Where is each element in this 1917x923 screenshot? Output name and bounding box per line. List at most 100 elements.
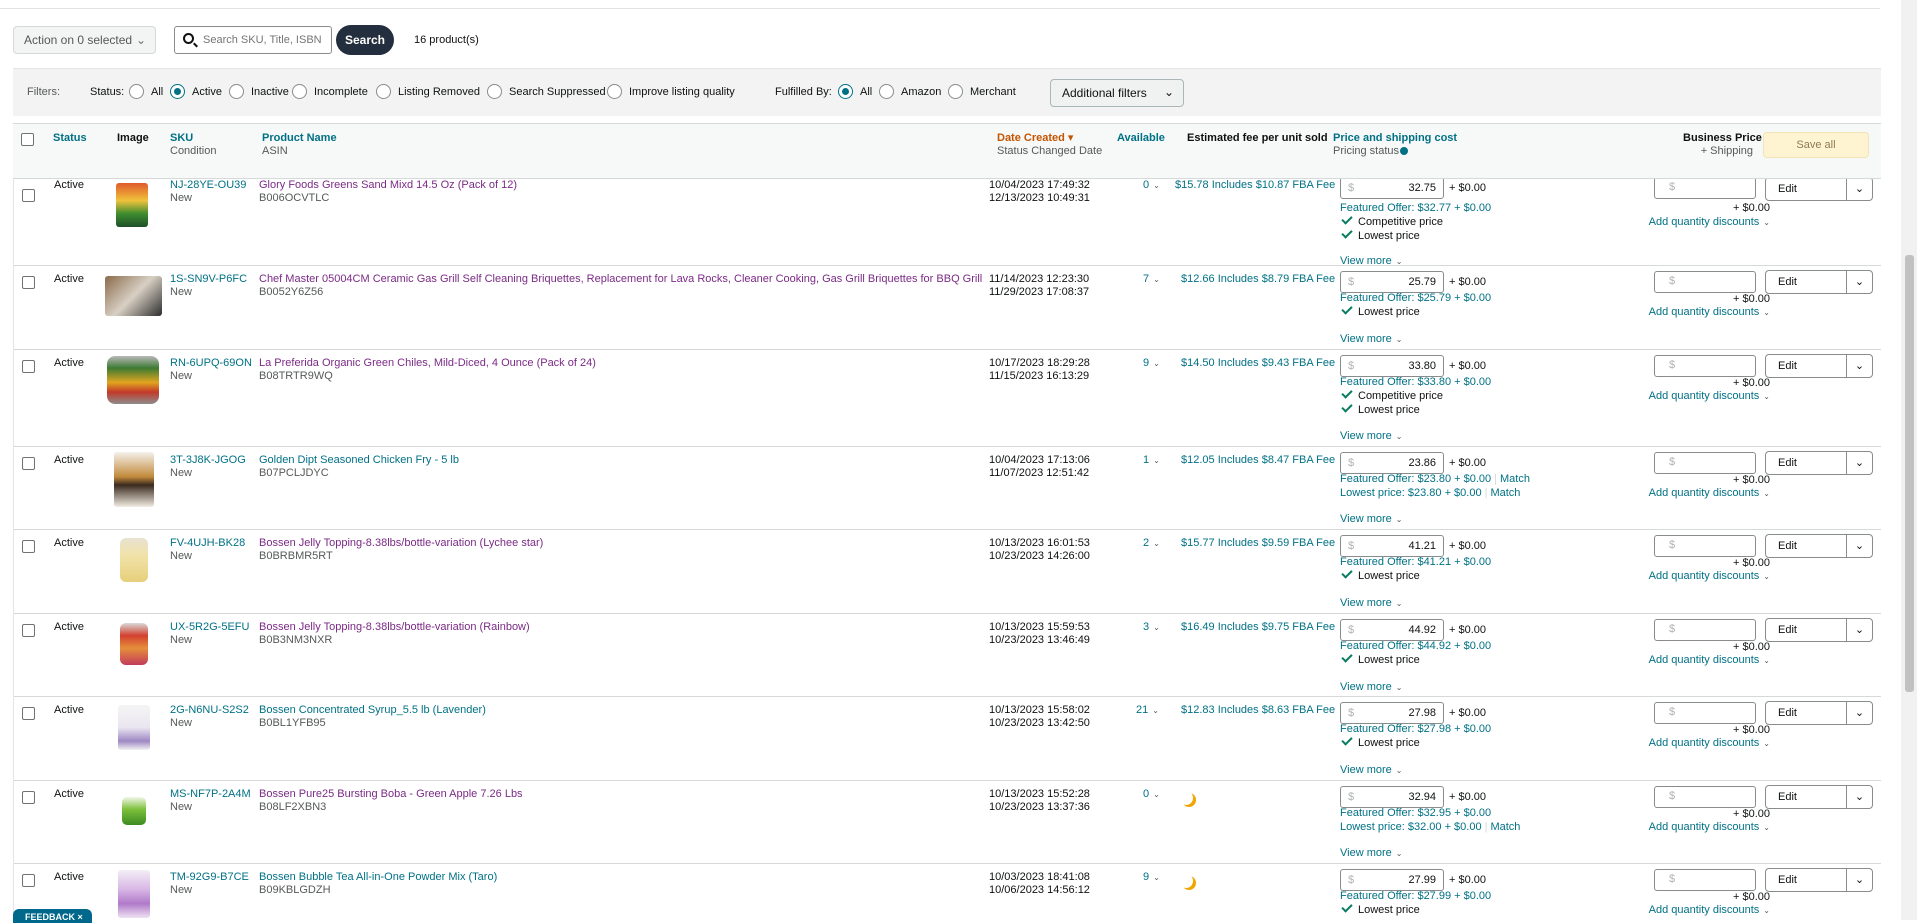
col-price-shipping[interactable]: Price and shipping cost <box>1333 132 1457 144</box>
row-checkbox[interactable] <box>22 707 35 720</box>
row-checkbox[interactable] <box>22 791 35 804</box>
product-image[interactable] <box>120 538 148 582</box>
price-input[interactable]: $ 32.75 <box>1340 179 1444 199</box>
view-more-link[interactable]: View more <box>1340 513 1392 525</box>
row-product-name[interactable]: Glory Foods Greens Sand Mixd 14.5 Oz (Pa… <box>259 179 517 192</box>
row-product-name[interactable]: Bossen Pure25 Bursting Boba - Green Appl… <box>259 788 523 801</box>
status-radio-active[interactable] <box>170 84 185 99</box>
row-available[interactable]: 0 <box>1143 179 1149 191</box>
business-price-input[interactable]: $ <box>1654 179 1756 199</box>
fulfilled-radio-amazon[interactable] <box>879 84 894 99</box>
chevron-down-icon[interactable]: ⌄ <box>1846 619 1872 641</box>
row-available[interactable]: 0 <box>1143 788 1149 800</box>
edit-button[interactable]: Edit ⌄ <box>1765 785 1873 809</box>
row-fee[interactable]: $12.66 Includes $8.79 FBA Fee <box>1181 273 1335 286</box>
price-input[interactable]: $ 32.94 <box>1340 786 1444 808</box>
chevron-down-icon[interactable]: ⌄ <box>1846 869 1872 891</box>
row-fee[interactable]: $15.78 Includes $10.87 FBA Fee <box>1175 179 1335 192</box>
price-input[interactable]: $ 41.21 <box>1340 535 1444 557</box>
row-product-name[interactable]: Bossen Jelly Topping-8.38lbs/bottle-vari… <box>259 537 543 550</box>
view-more-link[interactable]: View more <box>1340 597 1392 609</box>
price-input[interactable]: $ 27.98 <box>1340 702 1444 724</box>
row-available[interactable]: 3 <box>1143 621 1149 633</box>
product-image[interactable] <box>116 183 148 227</box>
business-price-input[interactable]: $ <box>1654 452 1756 474</box>
row-product-name[interactable]: Bossen Concentrated Syrup_5.5 lb (Lavend… <box>259 704 486 717</box>
add-quantity-discounts-link[interactable]: Add quantity discounts <box>1649 216 1760 228</box>
row-available[interactable]: 9 <box>1143 357 1149 369</box>
add-quantity-discounts-link[interactable]: Add quantity discounts <box>1649 821 1760 833</box>
add-quantity-discounts-link[interactable]: Add quantity discounts <box>1649 570 1760 582</box>
add-quantity-discounts-link[interactable]: Add quantity discounts <box>1649 487 1760 499</box>
row-available[interactable]: 1 <box>1143 454 1149 466</box>
price-input[interactable]: $ 33.80 <box>1340 355 1444 377</box>
row-checkbox[interactable] <box>22 457 35 470</box>
product-image[interactable] <box>105 276 162 316</box>
row-sku[interactable]: 3T-3J8K-JGOG <box>170 454 246 467</box>
match-link[interactable]: Match <box>1500 473 1530 485</box>
business-price-input[interactable]: $ <box>1654 702 1756 724</box>
edit-button[interactable]: Edit ⌄ <box>1765 179 1873 201</box>
status-option-label[interactable]: Search Suppressed <box>509 86 606 98</box>
save-all-button[interactable]: Save all <box>1763 132 1869 158</box>
status-radio-improve-quality[interactable] <box>607 84 622 99</box>
edit-button[interactable]: Edit ⌄ <box>1765 701 1873 725</box>
price-input[interactable]: $ 44.92 <box>1340 619 1444 641</box>
chevron-down-icon[interactable]: ⌄ <box>1846 535 1872 557</box>
row-available[interactable]: 9 <box>1143 871 1149 883</box>
business-price-input[interactable]: $ <box>1654 535 1756 557</box>
product-image[interactable] <box>118 870 150 918</box>
fulfilled-option-label[interactable]: Merchant <box>970 86 1016 98</box>
add-quantity-discounts-link[interactable]: Add quantity discounts <box>1649 654 1760 666</box>
status-radio-inactive[interactable] <box>229 84 244 99</box>
fulfilled-option-label[interactable]: All <box>860 86 872 98</box>
product-image[interactable] <box>114 452 154 507</box>
add-quantity-discounts-link[interactable]: Add quantity discounts <box>1649 306 1760 318</box>
product-image[interactable] <box>120 623 148 665</box>
row-fee[interactable]: $15.77 Includes $9.59 FBA Fee <box>1181 537 1335 550</box>
row-sku[interactable]: RN-6UPQ-69ON <box>170 357 252 370</box>
row-available[interactable]: 21 <box>1136 704 1148 716</box>
view-more-link[interactable]: View more <box>1340 333 1392 345</box>
status-option-label[interactable]: Active <box>192 86 222 98</box>
select-all-checkbox[interactable] <box>21 133 34 146</box>
chevron-down-icon[interactable]: ⌄ <box>1153 275 1160 284</box>
row-sku[interactable]: NJ-28YE-OU39 <box>170 179 246 192</box>
status-radio-incomplete[interactable] <box>292 84 307 99</box>
row-sku[interactable]: FV-4UJH-BK28 <box>170 537 245 550</box>
status-option-label[interactable]: All <box>151 86 163 98</box>
row-checkbox[interactable] <box>22 189 35 202</box>
status-radio-listing-removed[interactable] <box>376 84 391 99</box>
fulfilled-radio-all[interactable] <box>838 84 853 99</box>
chevron-down-icon[interactable]: ⌄ <box>1152 706 1159 715</box>
row-sku[interactable]: UX-5R2G-5EFU <box>170 621 249 634</box>
status-option-label[interactable]: Incomplete <box>314 86 368 98</box>
chevron-down-icon[interactable]: ⌄ <box>1846 452 1872 474</box>
chevron-down-icon[interactable]: ⌄ <box>1846 786 1872 808</box>
chevron-down-icon[interactable]: ⌄ <box>1153 181 1160 190</box>
additional-filters-button[interactable]: Additional filters ⌄ <box>1050 79 1184 107</box>
row-checkbox[interactable] <box>22 874 35 887</box>
chevron-down-icon[interactable]: ⌄ <box>1153 359 1160 368</box>
chevron-down-icon[interactable]: ⌄ <box>1153 623 1160 632</box>
add-quantity-discounts-link[interactable]: Add quantity discounts <box>1649 737 1760 749</box>
col-product-name[interactable]: Product Name <box>262 132 337 144</box>
edit-button[interactable]: Edit ⌄ <box>1765 618 1873 642</box>
row-available[interactable]: 7 <box>1143 273 1149 285</box>
search-input[interactable] <box>201 31 329 49</box>
match-link[interactable]: Match <box>1490 487 1520 499</box>
row-product-name[interactable]: Bossen Jelly Topping-8.38lbs/bottle-vari… <box>259 621 530 634</box>
view-more-link[interactable]: View more <box>1340 847 1392 859</box>
add-quantity-discounts-link[interactable]: Add quantity discounts <box>1649 904 1760 916</box>
row-checkbox[interactable] <box>22 540 35 553</box>
edit-button[interactable]: Edit ⌄ <box>1765 868 1873 892</box>
row-checkbox[interactable] <box>22 624 35 637</box>
col-status[interactable]: Status <box>53 132 87 144</box>
row-checkbox[interactable] <box>22 360 35 373</box>
business-price-input[interactable]: $ <box>1654 271 1756 293</box>
row-product-name[interactable]: La Preferida Organic Green Chiles, Mild-… <box>259 357 596 370</box>
status-option-label[interactable]: Improve listing quality <box>629 86 735 98</box>
product-image[interactable] <box>107 356 159 404</box>
status-option-label[interactable]: Inactive <box>251 86 289 98</box>
row-fee[interactable]: $16.49 Includes $9.75 FBA Fee <box>1181 621 1335 634</box>
